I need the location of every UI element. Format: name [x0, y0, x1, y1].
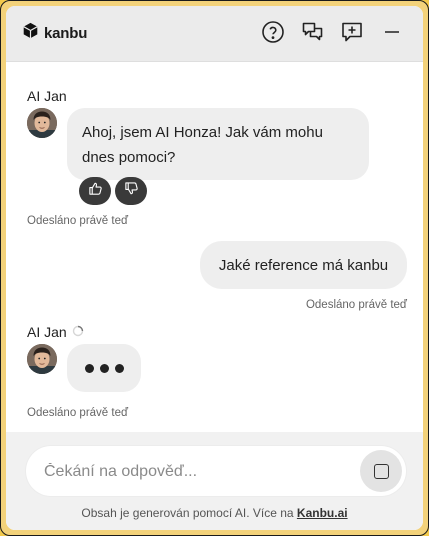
- thumbs-down-button[interactable]: [115, 177, 147, 205]
- sender-name: AI Jan: [27, 324, 67, 340]
- widget-frame: kanbu AI Jan Ahoj, jsem AI Honza! Jak vá…: [0, 0, 429, 536]
- typing-dot: [99, 363, 109, 373]
- stop-generation-button[interactable]: [360, 450, 402, 492]
- message-text-line: Ahoj, jsem AI Honza! Jak vám mohu: [82, 124, 323, 141]
- typing-dot: [84, 363, 94, 373]
- sender-name: AI Jan: [27, 88, 67, 104]
- message-timestamp: Odesláno právě teď: [27, 215, 129, 227]
- typing-dot: [114, 363, 124, 373]
- user-message-bubble: Jaké reference má kanbu: [200, 241, 407, 289]
- kanbu-logo-icon: [22, 22, 39, 44]
- bot-avatar: [27, 344, 57, 374]
- message-input[interactable]: [42, 459, 346, 485]
- composer-area: Obsah je generován pomocí AI. Více na Ka…: [6, 432, 423, 530]
- loading-spinner-icon: [72, 324, 84, 340]
- thumbs-up-icon: [88, 181, 103, 201]
- minimize-icon: [382, 22, 402, 47]
- chat-history-button[interactable]: [298, 19, 328, 49]
- minimize-button[interactable]: [377, 19, 407, 49]
- help-button[interactable]: [258, 19, 288, 49]
- help-icon: [261, 20, 285, 49]
- sender-row: AI Jan: [27, 324, 84, 340]
- chat-history-icon: [301, 20, 325, 49]
- typing-indicator: [67, 344, 141, 392]
- new-chat-icon: [340, 20, 364, 49]
- logo: kanbu: [22, 22, 87, 44]
- kanbu-link[interactable]: Kanbu.ai: [297, 506, 348, 520]
- message-text-line: dnes pomoci?: [82, 149, 176, 166]
- message-list[interactable]: AI Jan Ahoj, jsem AI Honza! Jak vám mohu…: [6, 62, 423, 432]
- message-timestamp: Odesláno právě teď: [27, 407, 129, 419]
- thumbs-down-icon: [124, 181, 139, 201]
- chat-widget: kanbu AI Jan Ahoj, jsem AI Honza! Jak vá…: [6, 6, 423, 530]
- message-text: Jaké reference má kanbu: [218, 256, 389, 274]
- bot-message-bubble: Ahoj, jsem AI Honza! Jak vám mohu dnes p…: [67, 108, 369, 180]
- message-input-container: [26, 446, 406, 496]
- disclaimer-text: Obsah je generován pomocí AI. Více na: [81, 506, 294, 520]
- logo-text: kanbu: [44, 24, 88, 42]
- message-timestamp: Odesláno právě teď: [305, 299, 407, 311]
- stop-icon: [373, 463, 389, 479]
- ai-disclaimer: Obsah je generován pomocí AI. Více na Ka…: [6, 506, 423, 520]
- new-chat-button[interactable]: [337, 19, 367, 49]
- bot-avatar: [27, 108, 57, 138]
- thumbs-up-button[interactable]: [79, 177, 111, 205]
- chat-header: kanbu: [6, 6, 423, 62]
